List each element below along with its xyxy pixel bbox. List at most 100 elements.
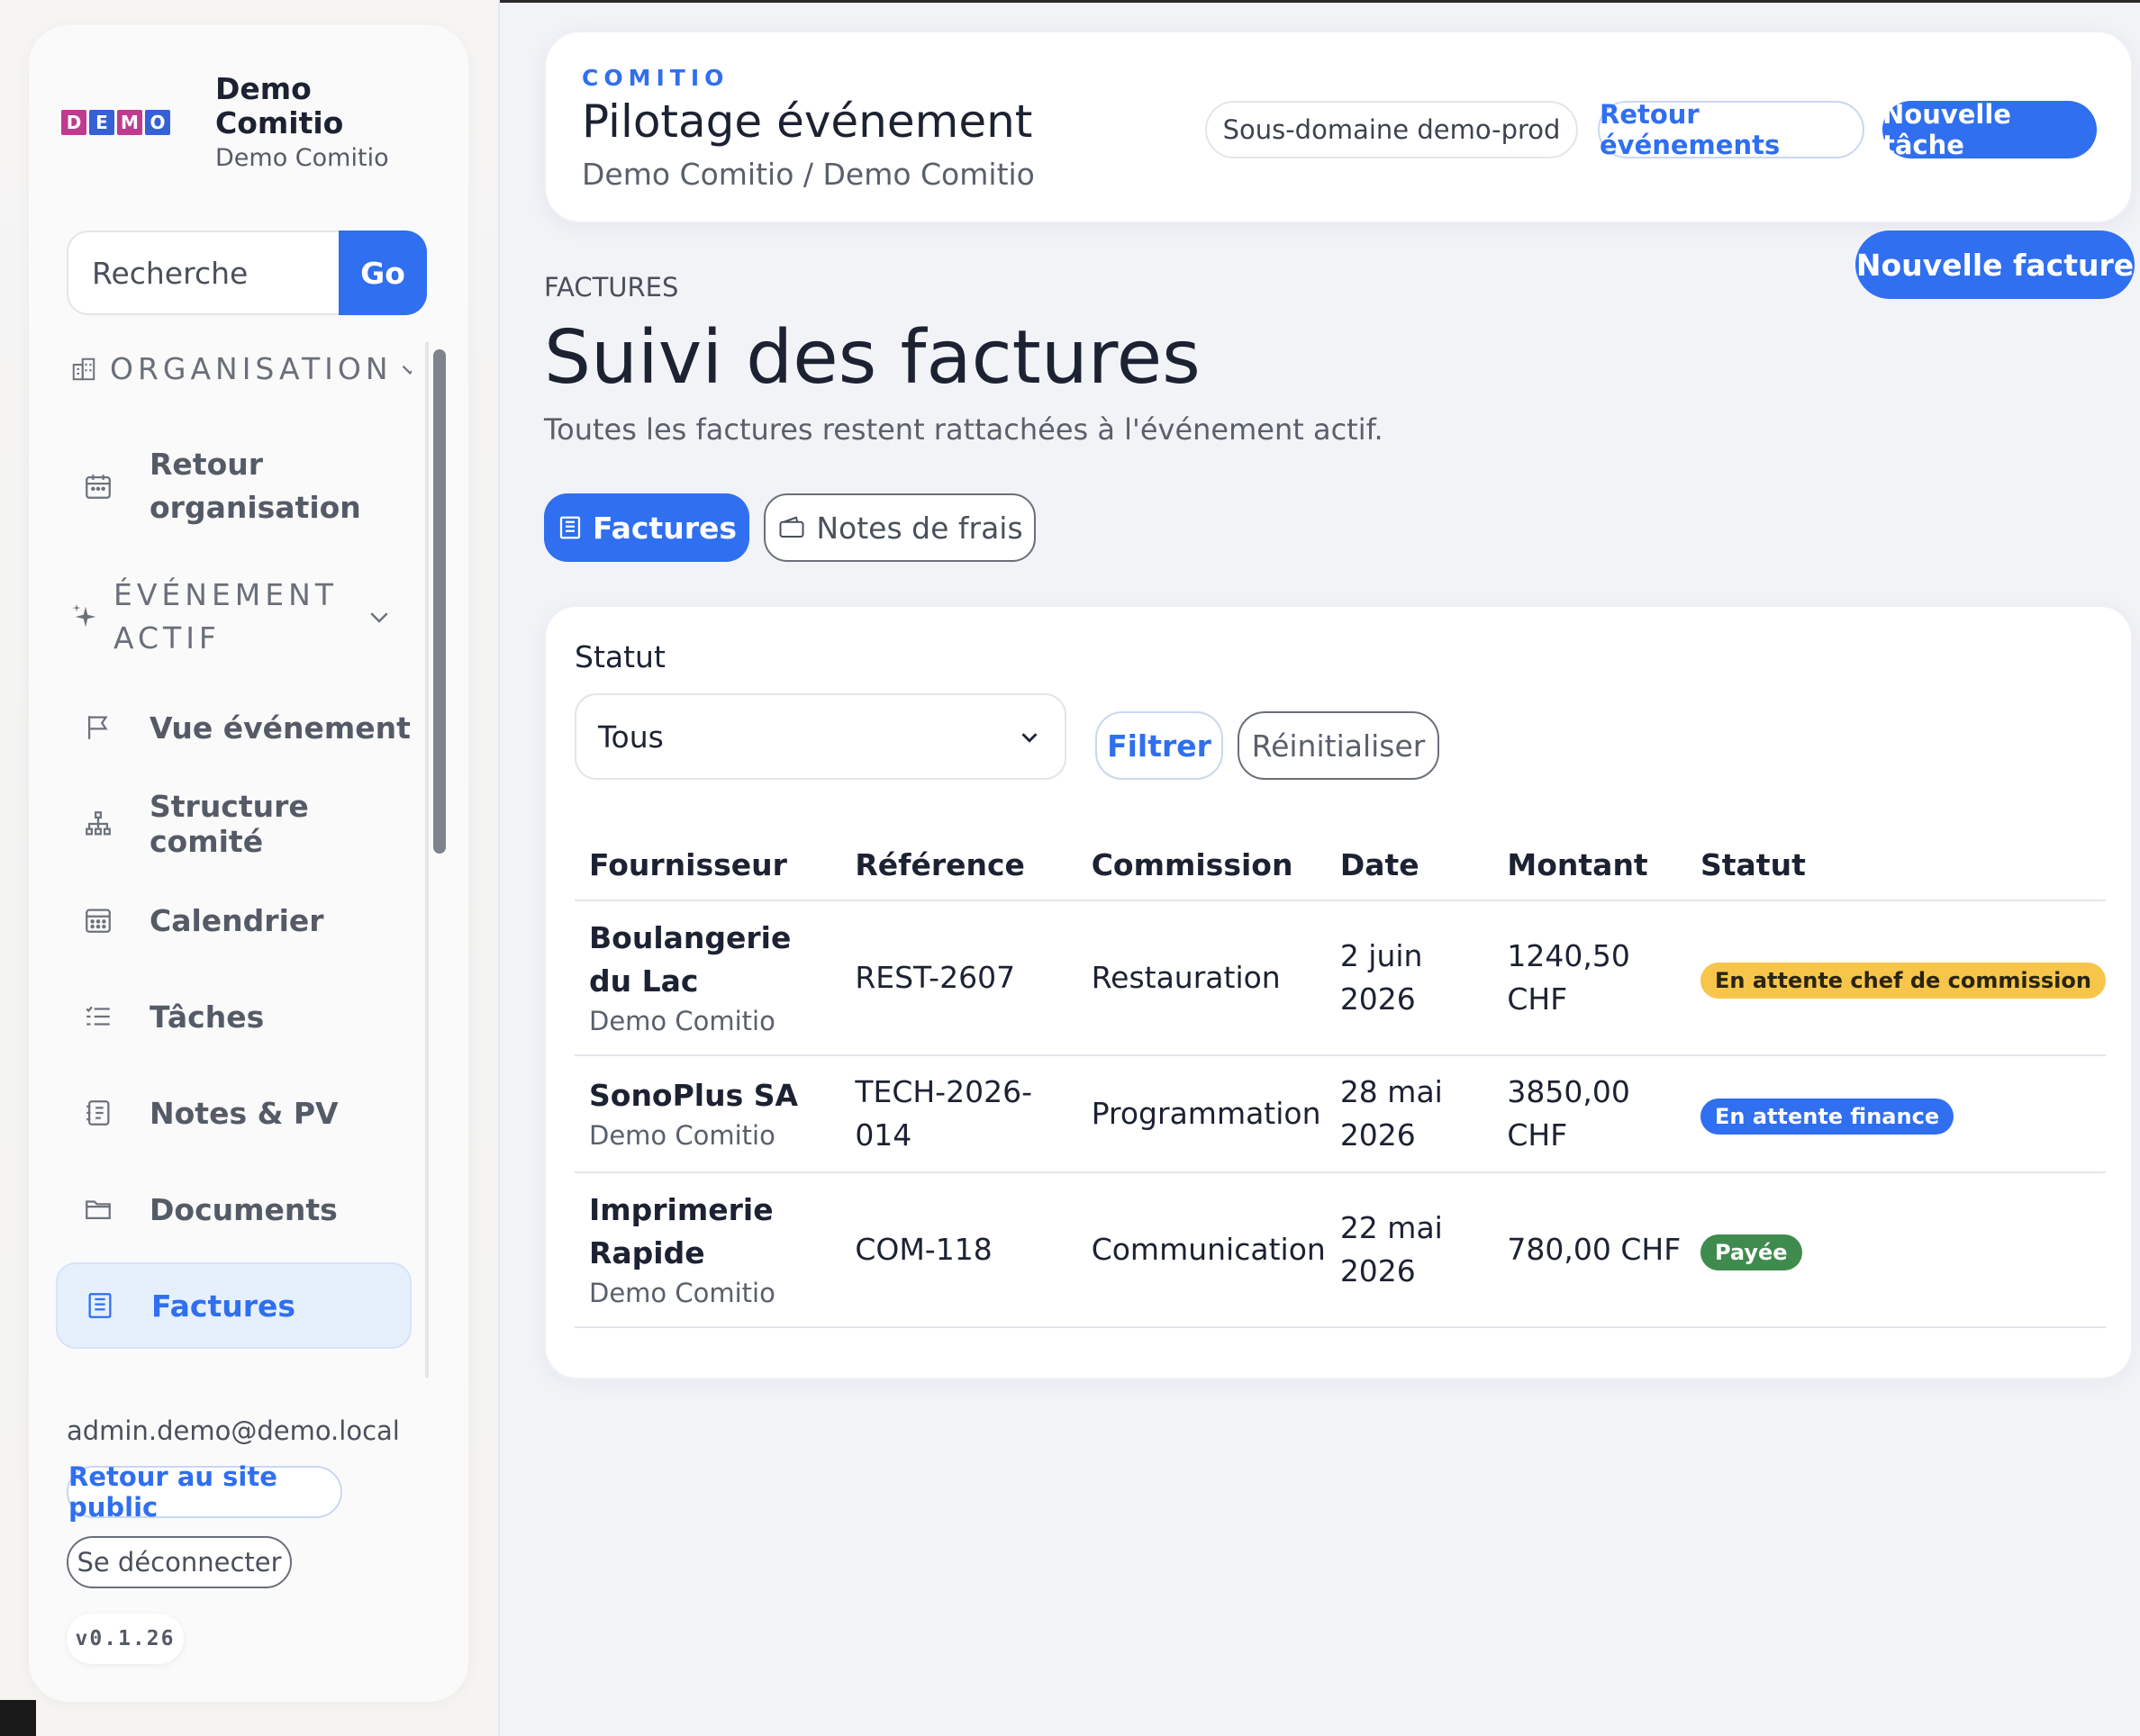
header-title: Pilotage événement bbox=[582, 95, 1033, 148]
section-organisation[interactable]: ORGANISATION bbox=[70, 351, 412, 386]
search-bar: Go bbox=[67, 231, 427, 315]
sidebar-item-label: Vue événement bbox=[150, 710, 411, 746]
sidebar-nav: ORGANISATION Retour organisation ÉVÉNEME… bbox=[56, 342, 412, 1378]
sidebar-item-taches[interactable]: Tâches bbox=[56, 973, 412, 1060]
column-header[interactable]: Fournisseur bbox=[575, 830, 841, 901]
flag-icon bbox=[87, 716, 108, 739]
back-events-button[interactable]: Retour événements bbox=[1598, 99, 1864, 160]
page-kicker: FACTURES bbox=[544, 272, 679, 303]
calendar-icon bbox=[86, 909, 111, 933]
chevron-down-icon bbox=[370, 612, 388, 623]
date-value: 22 mai 2026 bbox=[1339, 1210, 1443, 1288]
folder-icon bbox=[86, 1200, 111, 1220]
notes-icon bbox=[86, 1100, 110, 1126]
reference-value: TECH-2026-014 bbox=[855, 1074, 1032, 1153]
sidebar-item-label: Calendrier bbox=[150, 902, 324, 938]
invoice-amount: 3850,00 CHF bbox=[1492, 1055, 1686, 1173]
sidebar-item-vue-evenement[interactable]: Vue événement bbox=[56, 684, 412, 771]
page-description: Toutes les factures restent rattachées à… bbox=[544, 412, 1383, 447]
subdomain-pill[interactable]: Sous-domaine demo-prod bbox=[1205, 101, 1578, 158]
search-go-button[interactable]: Go bbox=[339, 231, 427, 315]
header-card: COMITIO Pilotage événement Demo Comitio … bbox=[544, 31, 2133, 223]
logout-button[interactable]: Se déconnecter bbox=[67, 1536, 292, 1588]
chevron-down-icon bbox=[1021, 733, 1038, 743]
invoice-reference: COM-118 bbox=[840, 1172, 1077, 1328]
version-badge: v0.1.26 bbox=[67, 1614, 184, 1664]
invoice-reference: TECH-2026-014 bbox=[840, 1055, 1077, 1173]
status-badge: Payée bbox=[1700, 1234, 1802, 1270]
brand-name: Demo Comitio bbox=[215, 71, 344, 140]
chevron-down-icon bbox=[402, 365, 412, 375]
supplier-organisation: Demo Comitio bbox=[589, 1120, 775, 1151]
filter-button[interactable]: Filtrer bbox=[1095, 711, 1223, 780]
user-email: admin.demo@demo.local bbox=[67, 1415, 400, 1446]
section-evenement-label: ÉVÉNEMENT ACTIF bbox=[113, 577, 338, 656]
tab-notes-de-frais[interactable]: Notes de frais bbox=[764, 493, 1036, 562]
invoice-amount: 780,00 CHF bbox=[1492, 1172, 1686, 1328]
brand[interactable]: D E M O Demo Comitio Demo Comitio bbox=[61, 72, 389, 172]
sidebar-item-calendrier[interactable]: Calendrier bbox=[56, 877, 412, 963]
sidebar-item-label: Tâches bbox=[150, 999, 265, 1035]
supplier-name[interactable]: Boulangerie du Lac bbox=[589, 917, 814, 1003]
supplier-organisation: Demo Comitio bbox=[589, 1006, 775, 1036]
list-icon bbox=[86, 1006, 110, 1026]
section-evenement-actif[interactable]: ÉVÉNEMENT ACTIF bbox=[70, 567, 412, 666]
status-badge: En attente finance bbox=[1700, 1099, 1954, 1135]
supplier-name[interactable]: SonoPlus SA bbox=[589, 1074, 840, 1117]
sidebar-item-structure-comite[interactable]: Structure comité bbox=[56, 781, 412, 867]
sidebar-scrollbar[interactable] bbox=[433, 349, 446, 854]
invoices-card: Statut Tous Filtrer Réinitialiser Fourni… bbox=[544, 605, 2133, 1379]
invoice-reference: REST-2607 bbox=[840, 900, 1077, 1056]
sidebar-item-documents[interactable]: Documents bbox=[56, 1166, 412, 1252]
sidebar-item-label: Structure comité bbox=[150, 789, 309, 859]
table-row[interactable]: Boulangerie du Lac Demo Comitio REST-260… bbox=[575, 900, 2106, 1056]
invoice-date: 28 mai 2026 bbox=[1325, 1055, 1493, 1173]
page-title: Suivi des factures bbox=[544, 315, 1201, 401]
column-header[interactable]: Commission bbox=[1076, 830, 1326, 901]
column-header[interactable]: Montant bbox=[1492, 830, 1686, 901]
sidebar-item-retour-organisation[interactable]: Retour organisation bbox=[56, 432, 412, 540]
public-site-button[interactable]: Retour au site public bbox=[67, 1461, 342, 1523]
building-icon bbox=[72, 357, 95, 380]
reset-button[interactable]: Réinitialiser bbox=[1238, 711, 1439, 780]
sparkle-icon bbox=[72, 603, 96, 628]
new-invoice-button[interactable]: Nouvelle facture bbox=[1855, 231, 2135, 299]
supplier-name[interactable]: Imprimerie Rapide bbox=[589, 1189, 774, 1275]
column-header[interactable]: Statut bbox=[1685, 830, 2106, 901]
invoice-date: 2 juin 2026 bbox=[1325, 900, 1493, 1056]
sidebar-item-notes-pv[interactable]: Notes & PV bbox=[56, 1070, 412, 1156]
amount-value: 3850,00 CHF bbox=[1507, 1074, 1630, 1153]
sidebar-item-factures[interactable]: Factures bbox=[56, 1262, 412, 1349]
sidebar-scroll-track bbox=[425, 342, 429, 1378]
status-select[interactable]: Tous bbox=[575, 693, 1066, 780]
search-input[interactable] bbox=[67, 231, 339, 315]
supplier-organisation: Demo Comitio bbox=[589, 1278, 775, 1308]
logo-letter: E bbox=[89, 109, 114, 135]
calendar-back-icon bbox=[86, 475, 111, 499]
sidebar-item-label: Factures bbox=[151, 1288, 296, 1324]
breadcrumb: Demo Comitio / Demo Comitio bbox=[582, 157, 1035, 192]
amount-value: 1240,50 CHF bbox=[1507, 938, 1630, 1017]
status-filter-label: Statut bbox=[575, 639, 666, 674]
table-header-row: Fournisseur Référence Commission Date Mo… bbox=[575, 830, 2106, 901]
invoice-commission: Communication bbox=[1076, 1172, 1326, 1328]
app-eyebrow: COMITIO bbox=[582, 65, 730, 91]
invoice-commission: Programmation bbox=[1076, 1055, 1326, 1173]
tab-factures[interactable]: Factures bbox=[544, 493, 749, 562]
table-row[interactable]: SonoPlus SA Demo Comitio TECH-2026-014 P… bbox=[575, 1055, 2106, 1173]
sidebar-item-label: Retour organisation bbox=[150, 447, 361, 525]
invoice-icon bbox=[88, 1293, 112, 1318]
new-task-button[interactable]: Nouvelle tâche bbox=[1882, 99, 2097, 160]
demo-logo: D E M O bbox=[61, 109, 170, 135]
status-select-value: Tous bbox=[598, 719, 664, 755]
org-chart-icon bbox=[86, 811, 111, 836]
table-row[interactable]: Imprimerie Rapide Demo Comitio COM-118 C… bbox=[575, 1172, 2106, 1328]
logo-letter: D bbox=[61, 109, 86, 135]
column-header[interactable]: Référence bbox=[840, 830, 1077, 901]
invoice-commission: Restauration bbox=[1076, 900, 1326, 1056]
window-corner bbox=[0, 1700, 36, 1736]
column-header[interactable]: Date bbox=[1325, 830, 1493, 901]
logo-letter: M bbox=[117, 109, 142, 135]
sidebar-item-label: Documents bbox=[150, 1191, 338, 1227]
sidebar-item-label: Notes & PV bbox=[150, 1095, 339, 1131]
